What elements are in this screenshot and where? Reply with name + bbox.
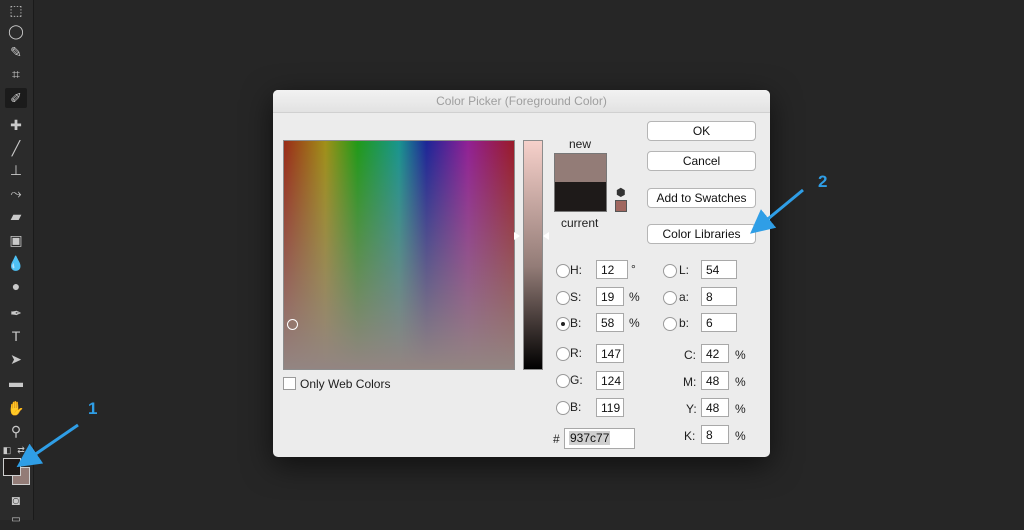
annotation-arrow-1 <box>16 423 79 468</box>
annotation-number-2: 2 <box>818 172 828 191</box>
annotation-arrow-2 <box>750 188 804 234</box>
annotation-number-1: 1 <box>88 399 98 418</box>
annotation-overlay <box>16 188 804 468</box>
